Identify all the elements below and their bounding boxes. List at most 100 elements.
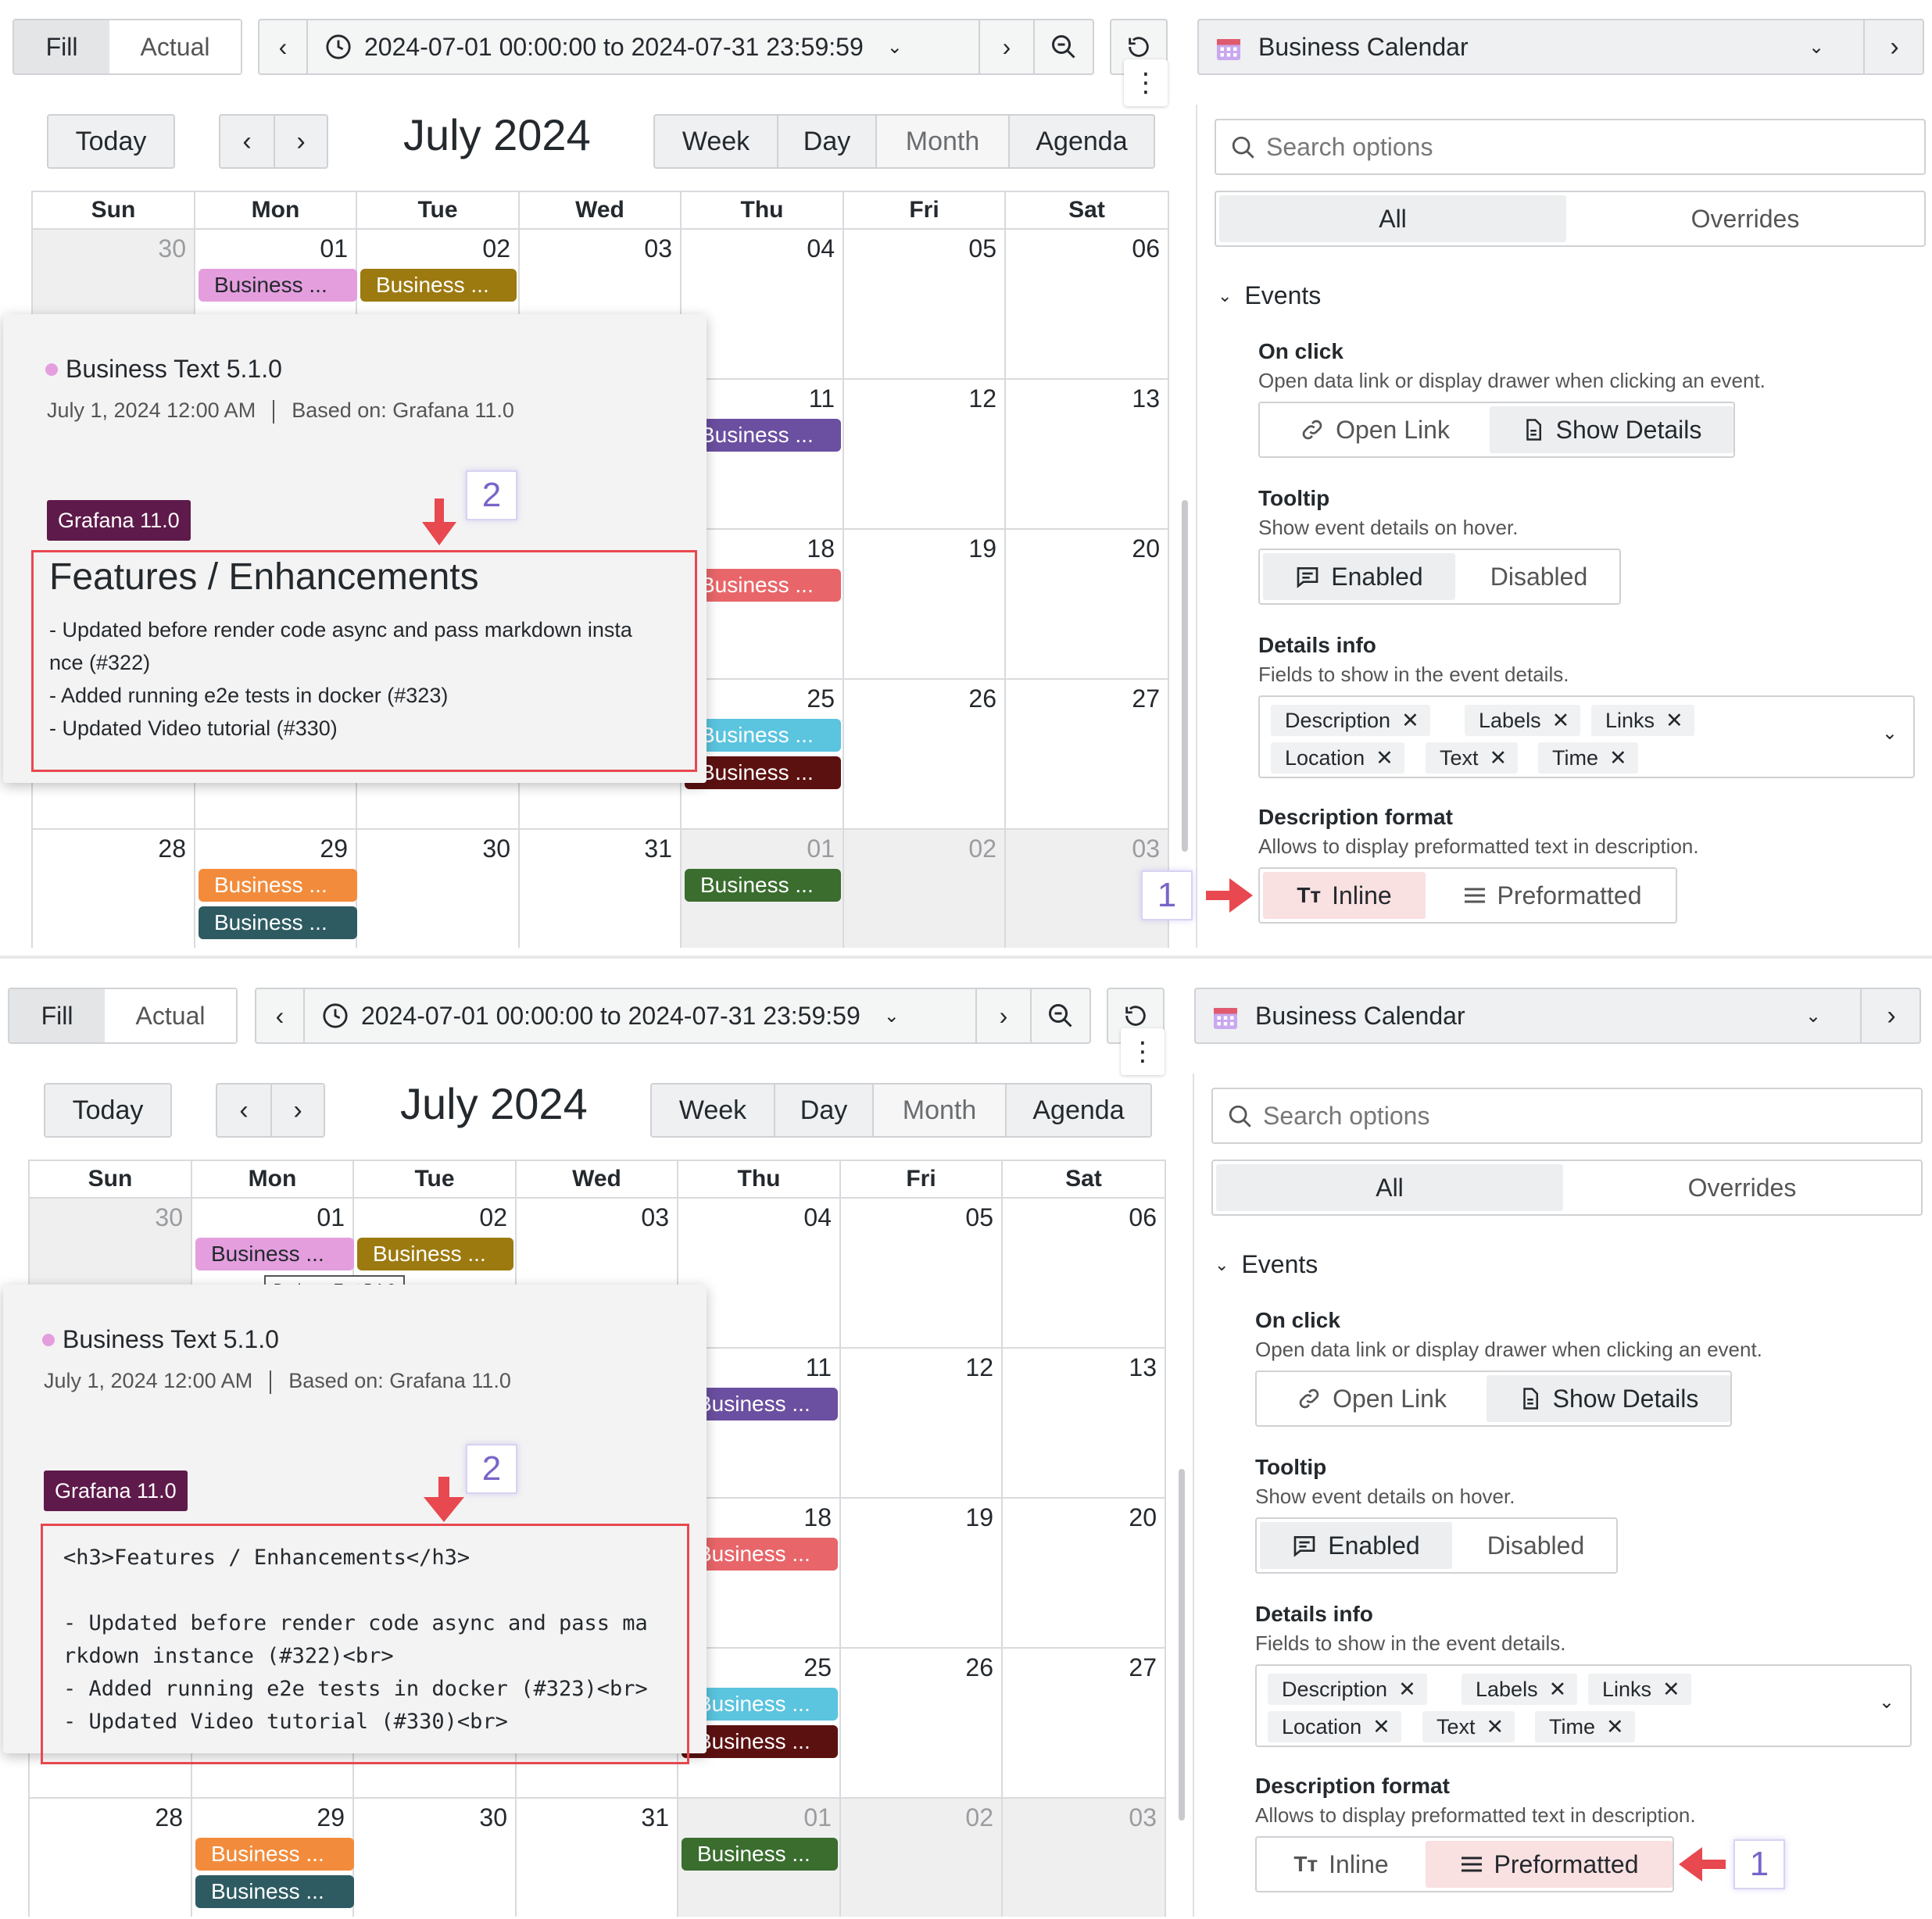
tooltip-disabled-option[interactable]: Disabled: [1455, 1522, 1616, 1569]
chevron-down-icon[interactable]: ⌄: [1879, 1691, 1894, 1714]
view-agenda-button[interactable]: Agenda: [1008, 116, 1154, 167]
fill-button[interactable]: Fill: [9, 989, 105, 1042]
remove-chip-icon[interactable]: ✕: [1401, 709, 1419, 733]
day-cell[interactable]: 05: [841, 1199, 1003, 1347]
details-info-multiselect[interactable]: Description ✕ Labels ✕ Links ✕ Location ✕ Te…: [1255, 1664, 1912, 1747]
calendar-event[interactable]: Business ...: [685, 569, 841, 602]
open-link-option[interactable]: Open Link: [1260, 1375, 1483, 1422]
calendar-event[interactable]: Business ...: [685, 756, 841, 789]
day-cell[interactable]: 31: [520, 830, 682, 948]
day-cell[interactable]: 30: [357, 830, 520, 948]
time-forward-button[interactable]: ›: [979, 20, 1033, 73]
chevron-down-icon[interactable]: ⌄: [1882, 722, 1898, 745]
prev-month-button[interactable]: ‹: [220, 116, 274, 167]
format-inline-option[interactable]: Tт Inline: [1260, 1841, 1422, 1888]
day-cell[interactable]: 27: [1003, 1649, 1166, 1797]
calendar-event[interactable]: Business ...: [685, 719, 841, 752]
remove-chip-icon[interactable]: ✕: [1662, 1678, 1680, 1702]
visualization-picker[interactable]: Business Calendar ⌄ ›: [1194, 988, 1921, 1044]
time-back-button[interactable]: ‹: [256, 989, 303, 1042]
time-back-button[interactable]: ‹: [259, 20, 306, 73]
day-cell[interactable]: 12: [841, 1349, 1003, 1497]
time-forward-button[interactable]: ›: [975, 989, 1030, 1042]
scrollbar[interactable]: [1179, 1469, 1185, 1821]
day-cell[interactable]: 26: [844, 680, 1006, 828]
day-cell[interactable]: 13: [1006, 380, 1169, 528]
show-details-option[interactable]: Show Details: [1487, 1375, 1730, 1422]
remove-chip-icon[interactable]: ✕: [1549, 1678, 1567, 1702]
format-preformatted-option[interactable]: Preformatted: [1426, 1841, 1673, 1888]
day-cell[interactable]: 20: [1003, 1499, 1166, 1647]
calendar-event[interactable]: Business ...: [682, 1838, 838, 1871]
today-button[interactable]: Today: [44, 1083, 172, 1138]
events-section-header[interactable]: ⌄ Events: [1218, 281, 1321, 310]
tooltip-disabled-option[interactable]: Disabled: [1458, 553, 1619, 600]
day-cell[interactable]: 19: [844, 530, 1006, 678]
events-section-header[interactable]: ⌄ Events: [1215, 1250, 1318, 1279]
day-cell[interactable]: 02: [844, 830, 1006, 948]
view-day-button[interactable]: Day: [774, 1085, 872, 1136]
calendar-event[interactable]: Business ...: [195, 1875, 354, 1908]
view-week-button[interactable]: Week: [652, 1085, 774, 1136]
today-button[interactable]: Today: [47, 114, 175, 169]
calendar-event[interactable]: Business ...: [199, 869, 357, 902]
day-cell[interactable]: 26: [841, 1649, 1003, 1797]
actual-button[interactable]: Actual: [105, 989, 236, 1042]
day-cell[interactable]: 27: [1006, 680, 1169, 828]
actual-button[interactable]: Actual: [109, 20, 241, 73]
remove-chip-icon[interactable]: ✕: [1609, 746, 1627, 770]
remove-chip-icon[interactable]: ✕: [1552, 709, 1570, 733]
day-cell[interactable]: 28: [30, 1799, 192, 1917]
format-inline-option[interactable]: Tт Inline: [1263, 872, 1426, 919]
day-cell[interactable]: 06: [1003, 1199, 1166, 1347]
day-cell[interactable]: 03: [1003, 1799, 1166, 1917]
tooltip-enabled-option[interactable]: Enabled: [1263, 553, 1455, 600]
view-day-button[interactable]: Day: [777, 116, 875, 167]
day-cell[interactable]: 06: [1006, 230, 1169, 378]
day-cell[interactable]: 02: [841, 1799, 1003, 1917]
view-month-button[interactable]: Month: [875, 116, 1008, 167]
calendar-event[interactable]: Business ...: [685, 419, 841, 452]
collapse-pane-button[interactable]: ›: [1863, 20, 1924, 73]
prev-month-button[interactable]: ‹: [217, 1085, 270, 1136]
remove-chip-icon[interactable]: ✕: [1490, 746, 1508, 770]
details-info-multiselect[interactable]: Description ✕ Labels ✕ Links ✕ Location ✕ Te…: [1258, 695, 1915, 778]
tooltip-enabled-option[interactable]: Enabled: [1260, 1522, 1452, 1569]
calendar-event[interactable]: Business ...: [360, 269, 517, 302]
calendar-event[interactable]: Business ...: [357, 1238, 513, 1270]
tab-all[interactable]: All: [1219, 195, 1566, 242]
tab-overrides[interactable]: Overrides: [1566, 1164, 1918, 1211]
calendar-event[interactable]: Business ...: [195, 1238, 354, 1270]
collapse-pane-button[interactable]: ›: [1860, 989, 1921, 1042]
format-preformatted-option[interactable]: Preformatted: [1429, 872, 1676, 919]
remove-chip-icon[interactable]: ✕: [1606, 1715, 1624, 1739]
day-cell[interactable]: 20: [1006, 530, 1169, 678]
visualization-picker[interactable]: Business Calendar ⌄ ›: [1197, 19, 1924, 75]
day-cell[interactable]: 05: [844, 230, 1006, 378]
search-options-input[interactable]: Search options: [1263, 1089, 1429, 1142]
remove-chip-icon[interactable]: ✕: [1487, 1715, 1504, 1739]
time-range-display[interactable]: 2024-07-01 00:00:00 to 2024-07-31 23:59:…: [306, 20, 979, 73]
day-cell[interactable]: 13: [1003, 1349, 1166, 1497]
search-options-field[interactable]: Search options: [1211, 1088, 1923, 1144]
day-cell[interactable]: 12: [844, 380, 1006, 528]
time-range-display[interactable]: 2024-07-01 00:00:00 to 2024-07-31 23:59:…: [303, 989, 975, 1042]
calendar-event[interactable]: Business ...: [195, 1838, 354, 1871]
day-cell[interactable]: 19: [841, 1499, 1003, 1647]
next-month-button[interactable]: ›: [270, 1085, 324, 1136]
view-week-button[interactable]: Week: [655, 116, 777, 167]
zoom-out-button[interactable]: [1030, 989, 1089, 1042]
day-cell[interactable]: 30: [354, 1799, 517, 1917]
view-agenda-button[interactable]: Agenda: [1005, 1085, 1150, 1136]
day-cell[interactable]: 28: [33, 830, 195, 948]
remove-chip-icon[interactable]: ✕: [1398, 1678, 1416, 1702]
open-link-option[interactable]: Open Link: [1263, 406, 1487, 453]
tab-all[interactable]: All: [1216, 1164, 1563, 1211]
scrollbar[interactable]: [1182, 500, 1188, 852]
search-options-field[interactable]: Search options: [1215, 119, 1926, 175]
calendar-event[interactable]: Business ...: [199, 269, 357, 302]
remove-chip-icon[interactable]: ✕: [1372, 1715, 1390, 1739]
remove-chip-icon[interactable]: ✕: [1376, 746, 1394, 770]
more-options-icon[interactable]: ⋮: [1121, 1028, 1165, 1075]
remove-chip-icon[interactable]: ✕: [1665, 709, 1683, 733]
